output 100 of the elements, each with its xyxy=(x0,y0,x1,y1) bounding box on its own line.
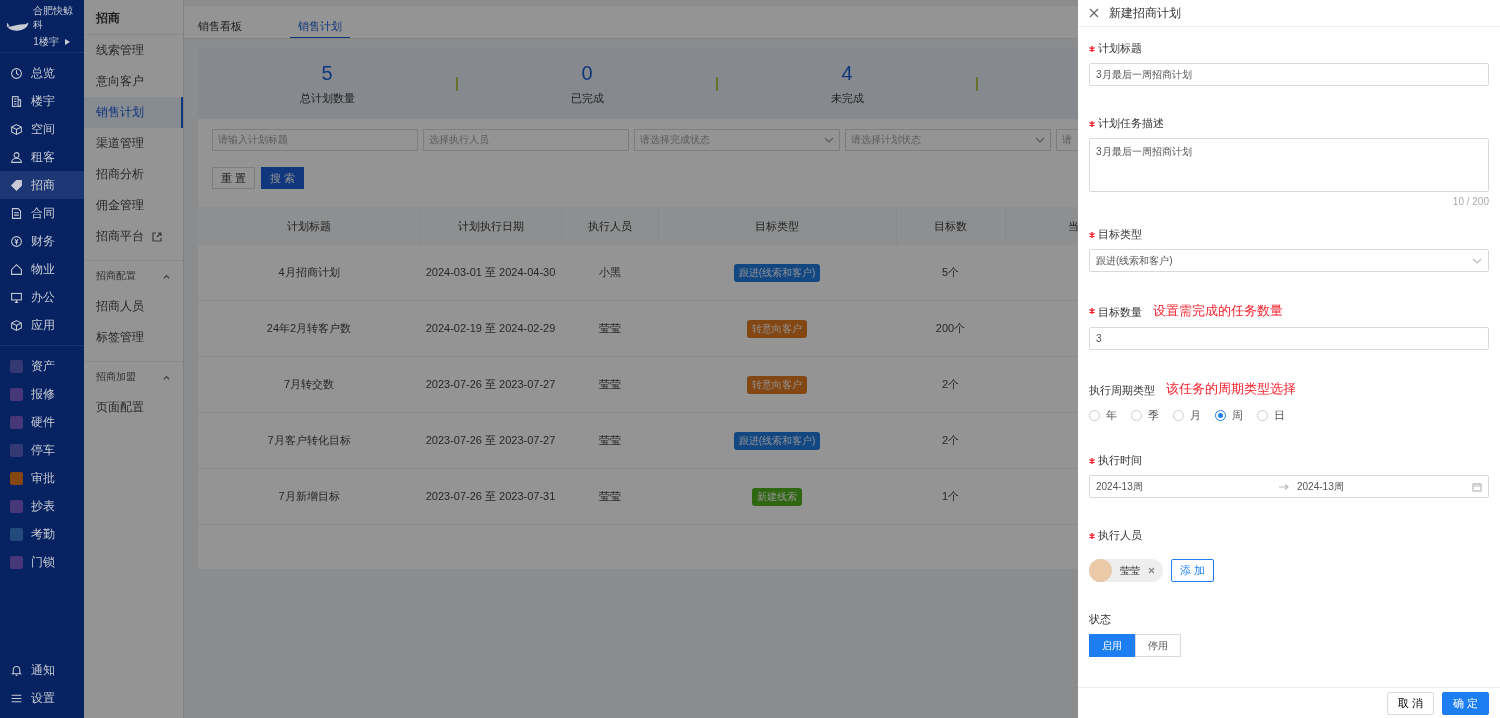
tab[interactable]: 销售看板 xyxy=(198,6,242,38)
app-item[interactable]: 停车 xyxy=(0,436,84,464)
bell-icon xyxy=(10,663,23,677)
table-cell: 200个 xyxy=(896,300,1005,357)
radio-option[interactable]: 日 xyxy=(1257,408,1285,424)
stat-value: 5 xyxy=(321,62,333,85)
app-item[interactable]: 资产 xyxy=(0,352,84,380)
caret-icon xyxy=(64,38,70,45)
select-field[interactable]: 跟进(线索和客户) xyxy=(1089,249,1489,273)
tab[interactable]: 销售计划 xyxy=(290,6,350,38)
character-counter: 10 / 200 xyxy=(1452,196,1489,208)
nav-item[interactable]: 楼宇 xyxy=(0,87,84,115)
field-label: 执行人员 xyxy=(1098,528,1142,544)
submenu-item[interactable]: 招商平台 xyxy=(84,221,183,252)
table-cell: 2个 xyxy=(896,412,1005,469)
submenu-item[interactable]: 渠道管理 xyxy=(84,128,183,159)
close-icon[interactable] xyxy=(1089,8,1099,19)
app-item[interactable]: 抄表 xyxy=(0,492,84,520)
clock-icon xyxy=(10,66,23,80)
avatar-placeholder xyxy=(1089,559,1112,583)
table-cell: 2024-03-01 至 2024-04-30 xyxy=(420,245,561,301)
confirm-button[interactable]: 确 定 xyxy=(1441,691,1489,715)
nav-item[interactable]: 空间 xyxy=(0,115,84,143)
remove-button[interactable] xyxy=(1148,567,1155,575)
nav-item[interactable]: 财务 xyxy=(0,227,84,255)
submenu-item[interactable]: 意向客户 xyxy=(84,66,183,97)
table-cell: 4月招商计划 xyxy=(198,245,420,301)
table-cell: 2023-07-26 至 2023-07-27 xyxy=(420,412,561,469)
radio-option[interactable]: 月 xyxy=(1173,408,1201,424)
group-title: 招商配置 xyxy=(96,269,136,283)
input-field[interactable]: 3 xyxy=(1089,327,1489,351)
table-cell: 2024-02-19 至 2024-02-29 xyxy=(420,300,561,357)
app-item[interactable]: 硬件 xyxy=(0,408,84,436)
submenu-item[interactable]: 招商分析 xyxy=(84,159,183,190)
field-label: 执行周期类型 xyxy=(1089,383,1155,399)
table-cell: 7月转交数 xyxy=(198,356,420,413)
status-toggle[interactable]: 启用 xyxy=(1089,634,1135,658)
app-item[interactable]: 考勤 xyxy=(0,520,84,548)
stat-label: 未完成 xyxy=(830,91,864,106)
nav-item[interactable]: 通知 xyxy=(0,656,84,684)
submenu-item[interactable]: 佣金管理 xyxy=(84,190,183,221)
submenu-item[interactable]: 页面配置 xyxy=(84,392,183,423)
building-selector[interactable]: 1楼宇 xyxy=(33,34,59,49)
app-item[interactable]: 门锁 xyxy=(0,548,84,576)
column-header: 目标数 xyxy=(896,207,1005,245)
radio-option[interactable]: 年 xyxy=(1089,408,1117,424)
type-tag: 转意向客户 xyxy=(747,375,807,394)
nav-item[interactable]: 合同 xyxy=(0,199,84,227)
input-field[interactable]: 3月最后一周招商计划 xyxy=(1089,63,1489,87)
nav-item[interactable]: 租客 xyxy=(0,143,84,171)
document-icon xyxy=(10,206,23,220)
calendar-icon xyxy=(1472,481,1482,492)
field-label: 目标数量 xyxy=(1098,305,1142,321)
chevron-icon xyxy=(1035,135,1045,145)
cube-icon xyxy=(10,318,23,332)
submenu-title: 招商 xyxy=(84,0,183,35)
radio-option[interactable]: 季 xyxy=(1131,408,1159,424)
table-cell: 2023-07-26 至 2023-07-31 xyxy=(420,468,561,525)
type-tag: 跟进(线索和客户) xyxy=(733,431,821,450)
person-name: 莹莹 xyxy=(1120,563,1140,578)
annotation-note: 该任务的周期类型选择 xyxy=(1166,380,1296,399)
table-cell: 莹莹 xyxy=(561,300,658,357)
date-range-field[interactable]: 2024-13周 2024-13周 xyxy=(1089,475,1489,499)
nav-item[interactable]: 总览 xyxy=(0,59,84,87)
stat-value: 4 xyxy=(841,62,853,85)
stat-label: 总计划数量 xyxy=(299,91,355,106)
person-icon xyxy=(10,150,23,164)
add-button[interactable]: 添 加 xyxy=(1171,559,1215,583)
type-tag: 转意向客户 xyxy=(747,319,807,338)
drawer-title: 新建招商计划 xyxy=(1109,4,1181,22)
field-label: 计划标题 xyxy=(1098,41,1142,57)
reset-button[interactable]: 重 置 xyxy=(212,167,256,189)
textarea-field[interactable]: 3月最后一周招商计划 xyxy=(1089,138,1489,193)
nav-item[interactable]: 应用 xyxy=(0,311,84,339)
arrow-icon xyxy=(1279,483,1289,490)
submenu-item[interactable]: 标签管理 xyxy=(84,322,183,353)
submenu-item[interactable]: 招商人员 xyxy=(84,291,183,322)
cancel-button[interactable]: 取 消 xyxy=(1386,691,1434,715)
field-label: 状态 xyxy=(1089,612,1111,628)
radio-option[interactable]: 周 xyxy=(1215,408,1243,424)
status-toggle[interactable]: 停用 xyxy=(1135,634,1181,658)
cube-icon xyxy=(10,122,23,136)
house-icon xyxy=(10,262,23,276)
app-item[interactable]: 审批 xyxy=(0,464,84,492)
table-cell: 5个 xyxy=(896,245,1005,301)
table-cell: 1个 xyxy=(896,468,1005,525)
submenu-item[interactable]: 线索管理 xyxy=(84,35,183,66)
field-label: 执行时间 xyxy=(1098,453,1142,469)
column-header: 执行人员 xyxy=(561,207,658,245)
table-cell: 小黑 xyxy=(561,245,658,301)
nav-item[interactable]: 设置 xyxy=(0,684,84,712)
table-cell: 7月客户转化目标 xyxy=(198,412,420,469)
nav-item[interactable]: 招商 xyxy=(0,171,84,199)
nav-item[interactable]: 办公 xyxy=(0,283,84,311)
type-tag: 跟进(线索和客户) xyxy=(733,263,821,282)
coin-icon xyxy=(10,234,23,248)
app-item[interactable]: 报修 xyxy=(0,380,84,408)
nav-item[interactable]: 物业 xyxy=(0,255,84,283)
type-tag: 新建线索 xyxy=(752,487,802,506)
search-button[interactable]: 搜 索 xyxy=(261,167,305,189)
